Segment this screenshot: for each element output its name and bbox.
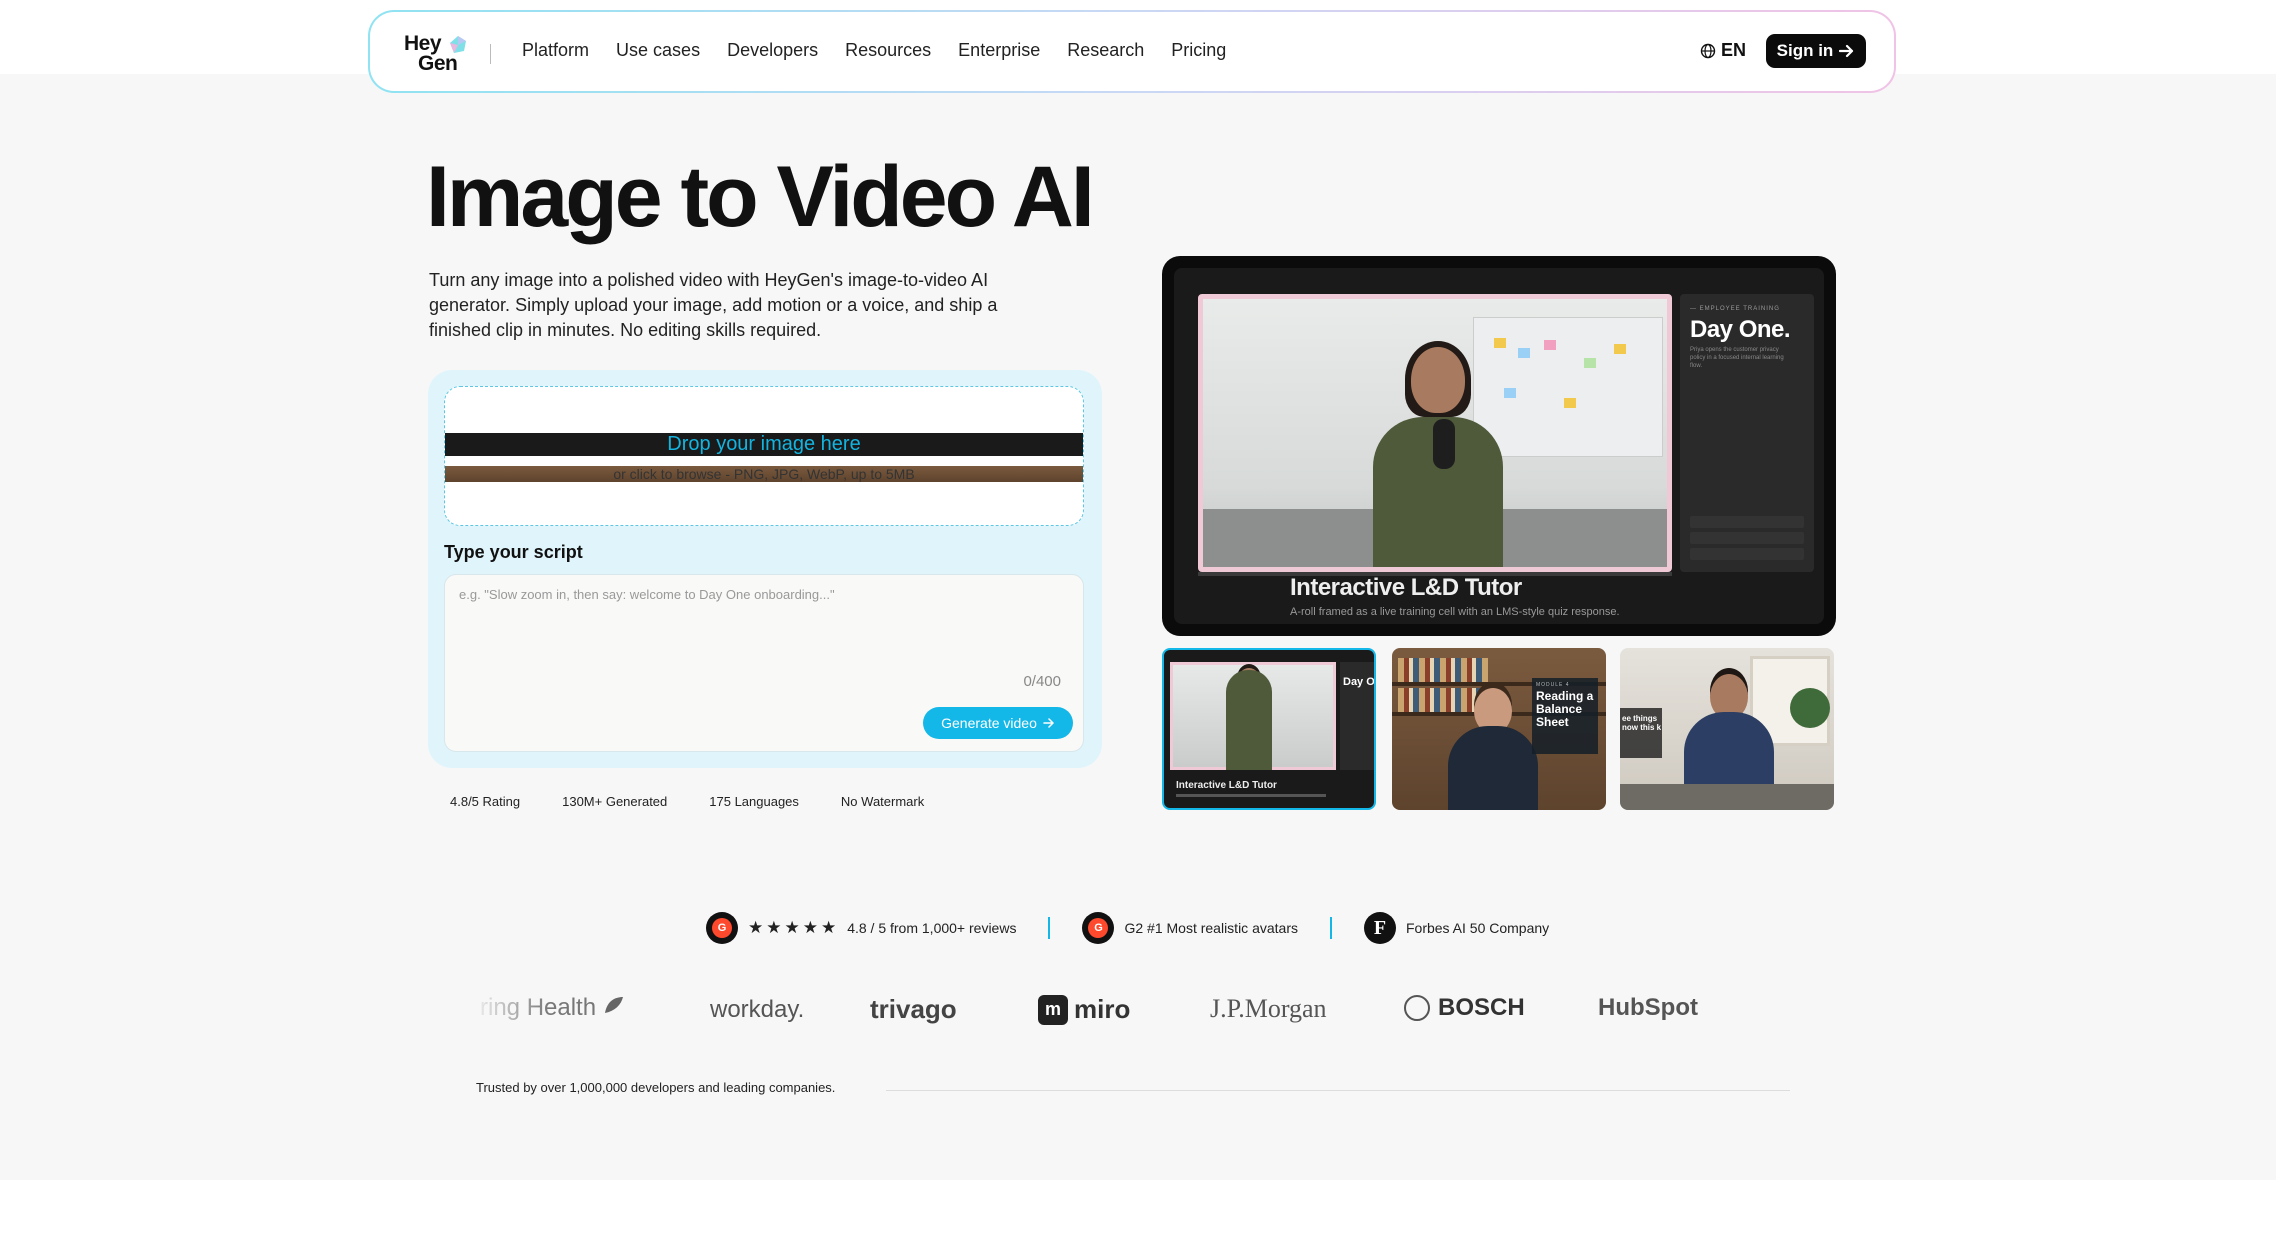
forbes-text: Forbes AI 50 Company [1405,920,1550,936]
customer-logos: ring Health workday. trivago m miro J.P.… [470,984,1710,1034]
thumb-person [1448,726,1538,810]
character-counter: 0/400 [1023,673,1061,690]
thumb-side-text: Day O [1343,676,1375,688]
logo-text-gen: Gen [418,52,458,75]
upload-card: Drop your image here or click to browse … [428,370,1102,768]
logo-trivago: trivago [870,994,957,1024]
logo-gem-icon [450,36,466,53]
nav-links: Platform Use cases Developers Resources … [522,40,1253,61]
miro-icon: m [1038,994,1068,1025]
g2-icon: G [706,912,738,944]
dropzone-title: Drop your image here [445,433,1083,456]
preview-subtitle: A-roll framed as a live training cell wi… [1290,606,1620,618]
logo-fade [470,984,550,1034]
logo-bosch: BOSCH [1404,994,1525,1022]
side-row [1690,516,1804,528]
video-preview[interactable]: — EMPLOYEE TRAINING Day One. Priya opens… [1162,256,1836,636]
nav-research[interactable]: Research [1067,40,1144,61]
logo-workday: workday. [710,996,805,1023]
logo-hubspot: HubSpot [1598,994,1698,1021]
dropzone-hint: or click to browse - PNG, JPG, WebP, up … [445,466,1083,482]
arrow-right-icon [1839,44,1854,58]
thumb-tag: ee things now this k [1620,708,1662,758]
sign-in-button[interactable]: Sign in [1766,34,1866,68]
globe-icon [1700,43,1716,58]
stat-rating: 4.8/5 Rating [450,794,521,809]
g2-icon: G [1082,912,1115,944]
script-input[interactable] [459,587,1059,667]
script-label: Type your script [444,542,583,562]
reviews-separator [1329,917,1332,939]
trusted-text: Trusted by over 1,000,000 developers and… [476,1080,836,1095]
language-label: EN [1721,40,1747,60]
footer-background [0,1180,2276,1248]
g2-mark: G [712,918,732,938]
side-row [1690,532,1804,544]
page-title: Image to Video AI [426,149,1095,245]
generate-video-label: Generate video [941,715,1037,731]
g2-mark: G [1088,918,1109,938]
logo-miro: m miro [1038,994,1130,1025]
nav-separator [490,44,491,64]
heygen-logo[interactable]: Hey Gen [404,32,474,76]
thumbnail-strip: Day O Interactive L&D Tutor MODULE 4 Rea… [1162,648,1836,810]
plant-image [1790,688,1830,728]
stat-generated: 130M+ Generated [562,794,668,809]
logo-miro-text: miro [1074,994,1131,1024]
leaf-icon [604,997,623,1013]
top-nav: Hey Gen Platform Use cases Developers Re… [368,10,1896,93]
thumb-caption: Interactive L&D Tutor [1176,780,1277,791]
thumbnail-ld-tutor[interactable]: Day O Interactive L&D Tutor [1162,648,1376,810]
arrow-right-icon [1043,718,1054,728]
thumb-caption-line [1176,794,1326,797]
bookshelf-image [1398,658,1488,682]
g2-award-text: G2 #1 Most realistic avatars [1124,920,1298,936]
hero-description: Turn any image into a polished video wit… [429,270,998,340]
stats-row: 4.8/5 Rating 130M+ Generated 175 Languag… [450,794,966,809]
nav-use-cases[interactable]: Use cases [616,40,700,61]
reviews-bar: G ★★★★★ 4.8 / 5 from 1,000+ reviews G G2… [706,912,1549,944]
side-row [1690,548,1804,560]
thumb-module-kicker: MODULE 4 [1536,682,1570,688]
thumb-person [1226,670,1272,770]
microphone-icon [1433,419,1455,469]
forbes-icon: F [1363,912,1396,944]
sign-in-label: Sign in [1776,41,1834,60]
preview-video-frame [1198,294,1672,572]
bosch-icon [1404,995,1430,1021]
stat-languages: 175 Languages [709,794,799,809]
trusted-divider [886,1090,1790,1091]
preview-title: Interactive L&D Tutor [1290,574,1522,601]
preview-inner: — EMPLOYEE TRAINING Day One. Priya opens… [1174,268,1824,624]
nav-pricing[interactable]: Pricing [1171,40,1226,61]
side-title: Day One. [1690,316,1791,343]
side-text: Priya opens the customer privacy policy … [1690,347,1784,369]
stat-watermark: No Watermark [840,794,925,809]
logo-jpmorgan: J.P.Morgan [1210,994,1327,1023]
desk-image [1620,784,1834,810]
thumb-tag-text: ee things now this k [1622,714,1662,732]
generate-video-button[interactable]: Generate video [923,707,1073,739]
script-box: 0/400 Generate video [444,574,1084,752]
thumb-module-title: Reading a Balance Sheet [1536,689,1594,729]
nav-resources[interactable]: Resources [845,40,931,61]
thumbnail-balance-sheet[interactable]: MODULE 4 Reading a Balance Sheet [1392,648,1606,810]
language-selector[interactable]: EN [1700,40,1746,61]
reviews-separator [1048,917,1051,939]
star-rating-icon: ★★★★★ [748,918,840,937]
presenter-face [1411,347,1465,413]
lesson-side-panel: — EMPLOYEE TRAINING Day One. Priya opens… [1680,294,1814,572]
side-kicker: — EMPLOYEE TRAINING [1690,306,1780,312]
nav-platform[interactable]: Platform [522,40,589,61]
nav-developers[interactable]: Developers [727,40,818,61]
thumb-side: Day O [1340,662,1375,770]
logo-bosch-text: BOSCH [1438,994,1525,1021]
g2-rating-text: 4.8 / 5 from 1,000+ reviews [847,920,1017,936]
nav-enterprise[interactable]: Enterprise [958,40,1040,61]
thumb-module-card: MODULE 4 Reading a Balance Sheet [1532,678,1598,754]
image-dropzone[interactable]: Drop your image here or click to browse … [444,386,1084,526]
thumbnail-presenter[interactable]: ee things now this k [1620,648,1834,810]
